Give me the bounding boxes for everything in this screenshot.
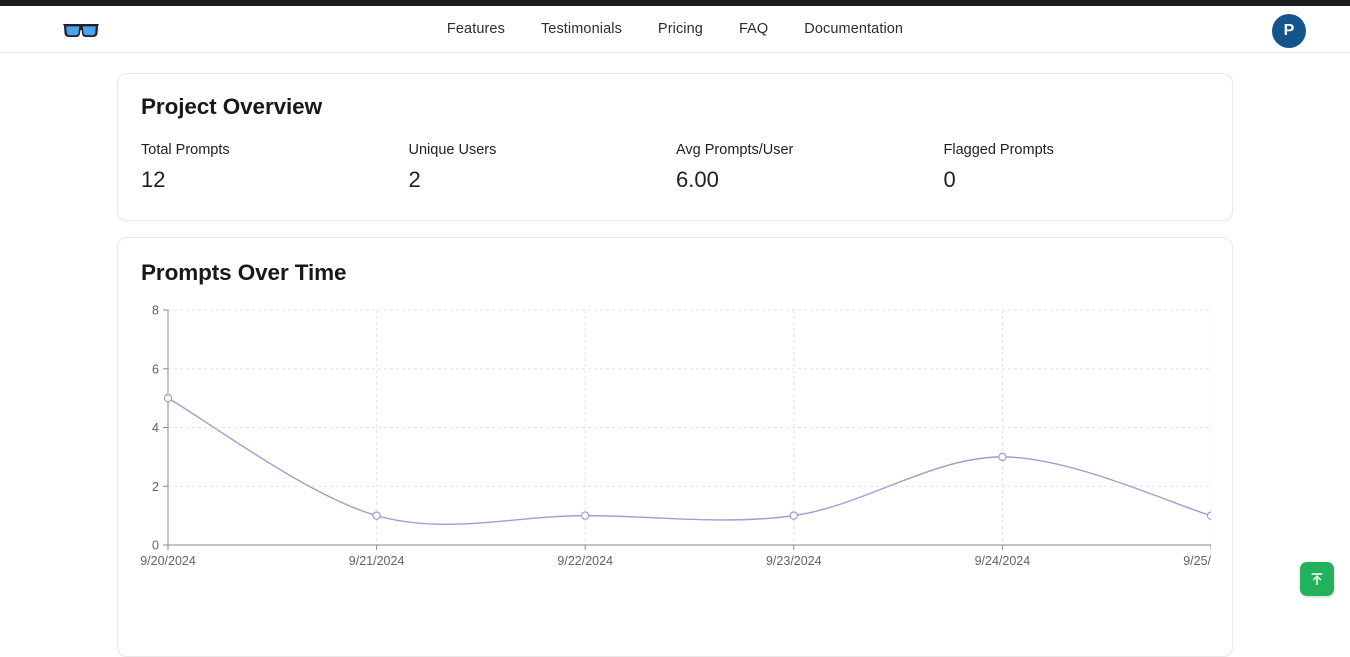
site-header: Features Testimonials Pricing FAQ Docume… (0, 6, 1350, 53)
project-overview-title: Project Overview (141, 94, 322, 119)
line-chart-svg: 0 2 4 6 8 9/20/2024 9/21/2024 9/22/2024 9/23/202… (141, 304, 1211, 568)
stat-value: 0 (943, 167, 956, 192)
nav-item-documentation[interactable]: Documentation (804, 21, 903, 37)
avatar-initial: P (1283, 22, 1295, 39)
svg-text:9/21/2024: 9/21/2024 (349, 554, 405, 568)
svg-text:6: 6 (152, 362, 159, 376)
project-overview-card: Project Overview Total Prompts 12 Unique… (117, 73, 1233, 221)
nav-item-testimonials[interactable]: Testimonials (541, 21, 622, 37)
nav-item-features[interactable]: Features (447, 21, 505, 37)
svg-text:2: 2 (152, 480, 159, 494)
stat-flagged-prompts: Flagged Prompts 0 (944, 142, 1212, 193)
stat-value: 12 (141, 167, 166, 192)
prompts-over-time-card: Prompts Over Time 0 2 4 6 8 9/20/2024 9/21/202… (117, 237, 1233, 657)
stat-total-prompts: Total Prompts 12 (141, 142, 409, 193)
nav-item-pricing[interactable]: Pricing (658, 21, 703, 37)
main-content: Project Overview Total Prompts 12 Unique… (0, 53, 1350, 657)
prompts-over-time-title: Prompts Over Time (141, 260, 347, 285)
primary-navigation: Features Testimonials Pricing FAQ Docume… (0, 6, 1350, 52)
svg-text:9/24/2024: 9/24/2024 (975, 554, 1031, 568)
scroll-to-top-button[interactable] (1300, 562, 1334, 596)
nav-item-faq[interactable]: FAQ (739, 21, 768, 37)
stat-avg-prompts-per-user: Avg Prompts/User 6.00 (676, 142, 944, 193)
svg-text:9/23/2024: 9/23/2024 (766, 554, 822, 568)
stat-label: Avg Prompts/User (676, 142, 794, 158)
stat-label: Total Prompts (141, 142, 230, 158)
user-avatar[interactable]: P (1272, 14, 1306, 48)
stat-label: Unique Users (408, 142, 497, 158)
svg-text:9/20/2024: 9/20/2024 (141, 554, 196, 568)
svg-text:9/22/2024: 9/22/2024 (557, 554, 613, 568)
svg-text:0: 0 (152, 539, 159, 553)
arrow-up-to-bar-icon (1311, 573, 1323, 586)
prompts-over-time-chart: 0 2 4 6 8 9/20/2024 9/21/2024 9/22/2024 9/23/202… (141, 300, 1211, 630)
stat-value: 2 (408, 167, 421, 192)
svg-text:8: 8 (152, 304, 159, 318)
svg-text:4: 4 (152, 421, 159, 435)
stat-unique-users: Unique Users 2 (409, 142, 677, 193)
stat-label: Flagged Prompts (943, 142, 1054, 158)
stats-row: Total Prompts 12 Unique Users 2 Avg Prom… (141, 142, 1211, 193)
stat-value: 6.00 (676, 167, 719, 192)
svg-text:9/25/2024: 9/25/2024 (1183, 554, 1211, 568)
